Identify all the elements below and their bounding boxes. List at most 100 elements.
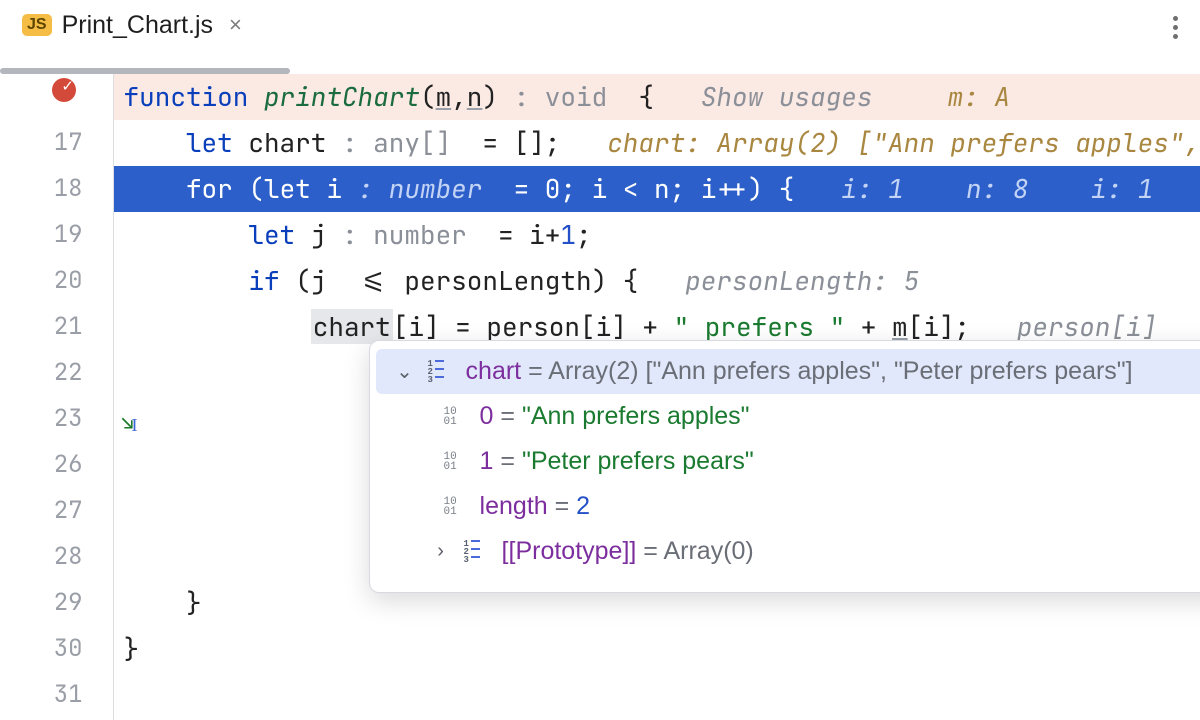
identifier: j — [311, 217, 342, 252]
param: m — [436, 79, 452, 114]
keyword: for — [186, 171, 248, 206]
type-hint: : void — [514, 79, 608, 114]
chevron-right-icon[interactable] — [430, 540, 452, 563]
number: 1 — [560, 217, 576, 252]
inspector-value: Array(0) — [663, 537, 753, 565]
gutter-line[interactable]: 28 — [0, 534, 113, 580]
array-icon: 123 — [464, 539, 490, 565]
identifier: i — [326, 171, 357, 206]
punct: + — [845, 309, 892, 344]
punct: ; — [576, 217, 592, 252]
inline-value: chart: Array(2) ["Ann prefers apples", — [607, 125, 1200, 160]
punct: = — [482, 171, 544, 206]
inspector-row[interactable]: 1001 1 = "Peter prefers pears" — [370, 439, 1200, 484]
inspector-key: length — [480, 492, 548, 520]
indent — [124, 263, 249, 298]
punct: } — [124, 585, 202, 620]
inspector-row[interactable]: 1001 length = 2 — [370, 484, 1200, 529]
js-file-icon: JS — [22, 14, 52, 36]
indent — [124, 171, 186, 206]
indent — [124, 125, 186, 160]
gutter: 17 18 19 20 21 22 23 26 27 28 29 30 31 — [0, 74, 113, 720]
gutter-line[interactable]: 30 — [0, 626, 113, 672]
file-tab[interactable]: JS Print_Chart.js × — [16, 2, 254, 48]
inspector-value: 2 — [576, 492, 590, 520]
code-line[interactable]: } — [114, 626, 1200, 672]
inspector-value: "Ann prefers apples" — [522, 402, 750, 430]
inspector-index: 0 — [480, 402, 494, 430]
equals: = — [493, 402, 522, 430]
code-editor[interactable]: 17 18 19 20 21 22 23 26 27 28 29 30 31 A… — [0, 74, 1200, 720]
punct: ) { — [592, 263, 686, 298]
identifier: m — [892, 309, 908, 344]
gutter-line[interactable]: 27 — [0, 488, 113, 534]
inspector-row[interactable]: 1001 0 = "Ann prefers apples" — [370, 394, 1200, 439]
punct: ( — [248, 171, 264, 206]
tab-options-button[interactable] — [1173, 12, 1178, 43]
gutter-line[interactable]: 19 — [0, 212, 113, 258]
inline-value: m: A — [948, 74, 1010, 120]
inspector-row[interactable]: 123 [[Prototype]] = Array(0) — [370, 529, 1200, 574]
tab-filename: Print_Chart.js — [62, 11, 213, 40]
punct: [i]; — [908, 309, 1017, 344]
gutter-line[interactable]: 31 — [0, 672, 113, 718]
param: n — [467, 79, 483, 114]
primitive-icon: 1001 — [444, 452, 468, 472]
gutter-line[interactable]: 23 — [0, 396, 113, 442]
number: 0 — [545, 171, 561, 206]
equals: = — [493, 447, 522, 475]
identifier: personLength — [404, 263, 591, 298]
gutter-line[interactable]: 29 — [0, 580, 113, 626]
gutter-line[interactable]: 17 — [0, 120, 113, 166]
inline-value: n: 8 — [904, 171, 1029, 206]
code-line[interactable]: let chart : any[] = []; chart: Array(2) … — [114, 120, 1200, 166]
keyword: if — [248, 263, 295, 298]
inline-value: i: 1 — [1028, 171, 1153, 206]
gutter-line[interactable]: 21 — [0, 304, 113, 350]
punct: [i] = — [393, 309, 487, 344]
code-line[interactable]: let j : number = i+1; — [114, 212, 1200, 258]
equals: = — [521, 357, 548, 385]
inline-value: person[i] — [1017, 309, 1157, 344]
punct: ; i < n; i++) { — [560, 171, 841, 206]
identifier: person — [486, 309, 580, 344]
type-hint: : any[] — [342, 125, 451, 160]
punct: ( — [420, 79, 436, 114]
chevron-down-icon[interactable] — [394, 359, 416, 384]
function-name: printChart — [264, 79, 420, 114]
type-hint: : number — [342, 217, 467, 252]
inspector-index: 1 — [480, 447, 494, 475]
gutter-line[interactable]: 18 — [0, 166, 113, 212]
inspector-key: [[Prototype]] — [502, 537, 637, 565]
gutter-line[interactable]: 26 — [0, 442, 113, 488]
code-line[interactable]: if (j <= personLength) { personLength: 5 — [114, 258, 1200, 304]
punct: (j <= — [295, 263, 404, 298]
close-tab-button[interactable]: × — [223, 8, 248, 42]
keyword: let — [248, 217, 310, 252]
inline-value: i: 1 — [841, 171, 903, 206]
show-usages-hint[interactable]: Show usages — [670, 79, 873, 114]
gutter-line[interactable]: 20 — [0, 258, 113, 304]
code-line[interactable] — [114, 672, 1200, 718]
primitive-icon: 1001 — [444, 407, 468, 427]
code-area[interactable]: Analyzing... function printChart(m,n) : … — [113, 74, 1200, 720]
inspector-head-row[interactable]: 123 chart = Array(2) ["Ann prefers apple… — [376, 349, 1200, 394]
inspector-var-name: chart — [466, 357, 522, 385]
punct: { — [607, 79, 669, 114]
code-line-current[interactable]: for (let i : number = 0; i < n; i++) { i… — [114, 166, 1200, 212]
identifier: chart — [248, 125, 342, 160]
inspector-type: Array(2) — [548, 357, 645, 385]
keyword: let — [264, 171, 326, 206]
equals: = — [548, 492, 577, 520]
string: " prefers " — [674, 309, 846, 344]
value-inspector-popup[interactable]: 123 chart = Array(2) ["Ann prefers apple… — [369, 340, 1200, 593]
indent — [124, 217, 249, 252]
array-icon: 123 — [428, 359, 454, 385]
type-hint: : number — [358, 171, 483, 206]
punct: [i] + — [580, 309, 674, 344]
gutter-line[interactable]: 22 — [0, 350, 113, 396]
gutter-line[interactable] — [0, 74, 113, 120]
code-line[interactable]: function printChart(m,n) : void { Show u… — [114, 74, 1200, 120]
keyword: let — [186, 125, 248, 160]
identifier: chart — [311, 309, 393, 344]
